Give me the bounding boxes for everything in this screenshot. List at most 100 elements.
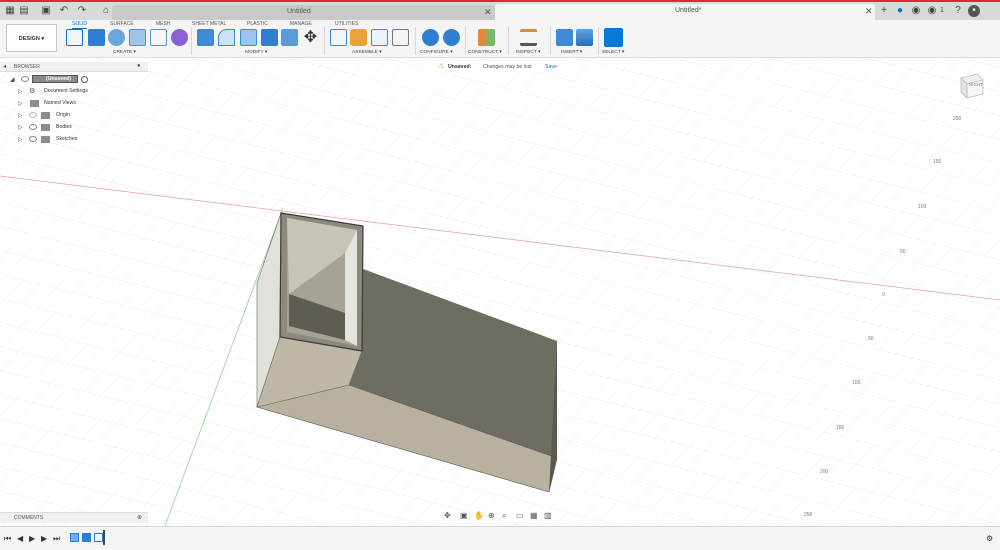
app-grid-icon[interactable]: ▦ bbox=[4, 5, 16, 17]
activate-radio-icon[interactable] bbox=[81, 76, 88, 83]
new-component-icon[interactable] bbox=[330, 29, 347, 46]
save-icon[interactable]: ▣ bbox=[40, 5, 52, 17]
play-icon[interactable]: ▶ bbox=[29, 534, 35, 543]
view-cube[interactable]: RIGHT bbox=[957, 72, 985, 100]
expand-icon[interactable]: ▷ bbox=[18, 100, 23, 107]
unsaved-message: Changes may be lost bbox=[483, 64, 532, 70]
configure-menu[interactable]: CONFIGURE ▾ bbox=[420, 50, 453, 55]
insert-canvas-icon[interactable] bbox=[576, 29, 593, 46]
hole-icon[interactable] bbox=[129, 29, 146, 46]
extensions-icon[interactable]: ◉ bbox=[910, 5, 922, 17]
save-link[interactable]: Save bbox=[545, 64, 557, 70]
timeline-shell-feature[interactable] bbox=[94, 533, 103, 542]
combine-icon[interactable] bbox=[261, 29, 278, 46]
close-icon[interactable]: ✕ bbox=[865, 6, 873, 17]
tab-mesh[interactable]: MESH bbox=[156, 21, 170, 27]
measure-icon[interactable] bbox=[520, 29, 537, 46]
tab-solid[interactable]: SOLID bbox=[72, 21, 88, 29]
construct-menu[interactable]: CONSTRUCT ▾ bbox=[468, 50, 502, 55]
avatar[interactable]: • bbox=[968, 5, 980, 17]
pattern-icon[interactable] bbox=[150, 29, 167, 46]
tab-plastic[interactable]: PLASTIC bbox=[247, 21, 268, 27]
collapse-icon[interactable]: ◂ bbox=[3, 63, 6, 70]
timeline-marker[interactable] bbox=[103, 530, 105, 545]
pan-icon[interactable]: ✋ bbox=[474, 511, 484, 520]
look-at-icon[interactable]: ▣ bbox=[460, 511, 468, 520]
go-to-start-icon[interactable]: ⏮ bbox=[4, 534, 11, 544]
create-menu[interactable]: CREATE ▾ bbox=[113, 50, 136, 55]
parameters-icon[interactable] bbox=[422, 29, 439, 46]
expand-icon[interactable]: ◢ bbox=[10, 76, 15, 83]
visibility-icon[interactable] bbox=[21, 76, 29, 82]
tree-item-origin[interactable]: ▷ Origin bbox=[0, 110, 148, 121]
tab-manage[interactable]: MANAGE bbox=[290, 21, 312, 27]
redo-icon[interactable]: ↷ bbox=[76, 5, 88, 17]
as-built-joint-icon[interactable] bbox=[371, 29, 388, 46]
tab-surface[interactable]: SURFACE bbox=[110, 21, 134, 27]
inspect-menu[interactable]: INSPECT ▾ bbox=[516, 50, 540, 55]
step-back-icon[interactable]: ◀ bbox=[17, 534, 23, 543]
scale-icon[interactable] bbox=[281, 29, 298, 46]
expand-icon[interactable]: ▷ bbox=[18, 136, 23, 143]
select-icon[interactable] bbox=[604, 28, 623, 47]
modify-menu[interactable]: MODIFY ▾ bbox=[245, 50, 267, 55]
axis-tick: 250 bbox=[953, 116, 962, 122]
joint-icon[interactable] bbox=[350, 29, 367, 46]
insert-derive-icon[interactable] bbox=[556, 29, 573, 46]
tab-utilities[interactable]: UTILITIES bbox=[335, 21, 358, 27]
timeline-bar: ⏮ ◀ ▶ ▶ ⏭ ⚙ bbox=[0, 526, 1000, 550]
comments-panel[interactable]: COMMENTS ⊕ bbox=[0, 512, 148, 523]
assemble-table-icon[interactable] bbox=[392, 29, 409, 46]
grid-and-model[interactable] bbox=[0, 58, 1000, 526]
file-menu-icon[interactable]: ▤ bbox=[18, 5, 30, 17]
fit-icon[interactable]: ⌕ bbox=[502, 511, 506, 521]
plane-icon[interactable] bbox=[478, 29, 495, 46]
expand-icon[interactable]: ▷ bbox=[18, 124, 23, 131]
insert-menu[interactable]: INSERT ▾ bbox=[561, 50, 582, 55]
tree-item-label: Origin bbox=[56, 112, 70, 118]
tree-item-bodies[interactable]: ▷ Bodies bbox=[0, 122, 148, 133]
grid-settings-icon[interactable]: ▦ bbox=[530, 511, 538, 520]
orbit-icon[interactable]: ✥ bbox=[444, 511, 451, 520]
add-comment-icon[interactable]: ⊕ bbox=[137, 514, 142, 521]
tree-item-sketches[interactable]: ▷ Sketches bbox=[0, 134, 148, 145]
viewports-icon[interactable]: ▥ bbox=[544, 511, 552, 520]
zoom-icon[interactable]: ⊕ bbox=[488, 511, 495, 520]
press-pull-icon[interactable] bbox=[197, 29, 214, 46]
timeline-settings-icon[interactable]: ⚙ bbox=[986, 534, 993, 543]
visibility-icon[interactable] bbox=[29, 112, 37, 118]
configure-icon[interactable] bbox=[443, 29, 460, 46]
home-icon[interactable]: ⌂ bbox=[100, 5, 112, 17]
extrude-icon[interactable] bbox=[88, 29, 105, 46]
create-sketch-icon[interactable] bbox=[66, 29, 83, 46]
step-forward-icon[interactable]: ▶ bbox=[41, 534, 47, 543]
tree-root[interactable]: ◢ (Unsaved) bbox=[0, 74, 148, 85]
help-icon[interactable]: ? bbox=[952, 5, 964, 17]
undo-icon[interactable]: ↶ bbox=[58, 5, 70, 17]
tree-item-document-settings[interactable]: ▷ ⚙ Document Settings bbox=[0, 86, 148, 97]
pin-icon[interactable]: ● bbox=[137, 63, 141, 69]
tab-sheet-metal[interactable]: SHEET METAL bbox=[192, 21, 226, 27]
fillet-icon[interactable] bbox=[218, 29, 235, 46]
timeline-extrude-feature[interactable] bbox=[82, 533, 91, 542]
form-icon[interactable] bbox=[171, 29, 188, 46]
comments-title: COMMENTS bbox=[14, 515, 44, 521]
expand-icon[interactable]: ▷ bbox=[18, 88, 23, 95]
canvas-viewport[interactable]: 250 150 100 50 0 50 100 150 200 250 bbox=[0, 58, 1000, 526]
close-icon[interactable]: ✕ bbox=[484, 7, 492, 18]
select-menu[interactable]: SELECT ▾ bbox=[602, 50, 624, 55]
new-tab-icon[interactable]: + bbox=[878, 5, 890, 17]
visibility-icon[interactable] bbox=[29, 124, 37, 130]
job-status-icon[interactable]: ● bbox=[894, 5, 906, 17]
visibility-icon[interactable] bbox=[29, 136, 37, 142]
revolve-icon[interactable] bbox=[108, 29, 125, 46]
workspace-switcher[interactable]: DESIGN ▾ bbox=[6, 24, 57, 52]
move-icon[interactable]: ✥ bbox=[302, 29, 319, 46]
shell-icon[interactable] bbox=[240, 29, 257, 46]
go-to-end-icon[interactable]: ⏭ bbox=[53, 534, 60, 544]
assemble-menu[interactable]: ASSEMBLE ▾ bbox=[352, 50, 382, 55]
expand-icon[interactable]: ▷ bbox=[18, 112, 23, 119]
timeline-sketch-feature[interactable] bbox=[70, 533, 79, 542]
display-settings-icon[interactable]: ▭ bbox=[516, 511, 524, 520]
tree-item-named-views[interactable]: ▷ Named Views bbox=[0, 98, 148, 109]
